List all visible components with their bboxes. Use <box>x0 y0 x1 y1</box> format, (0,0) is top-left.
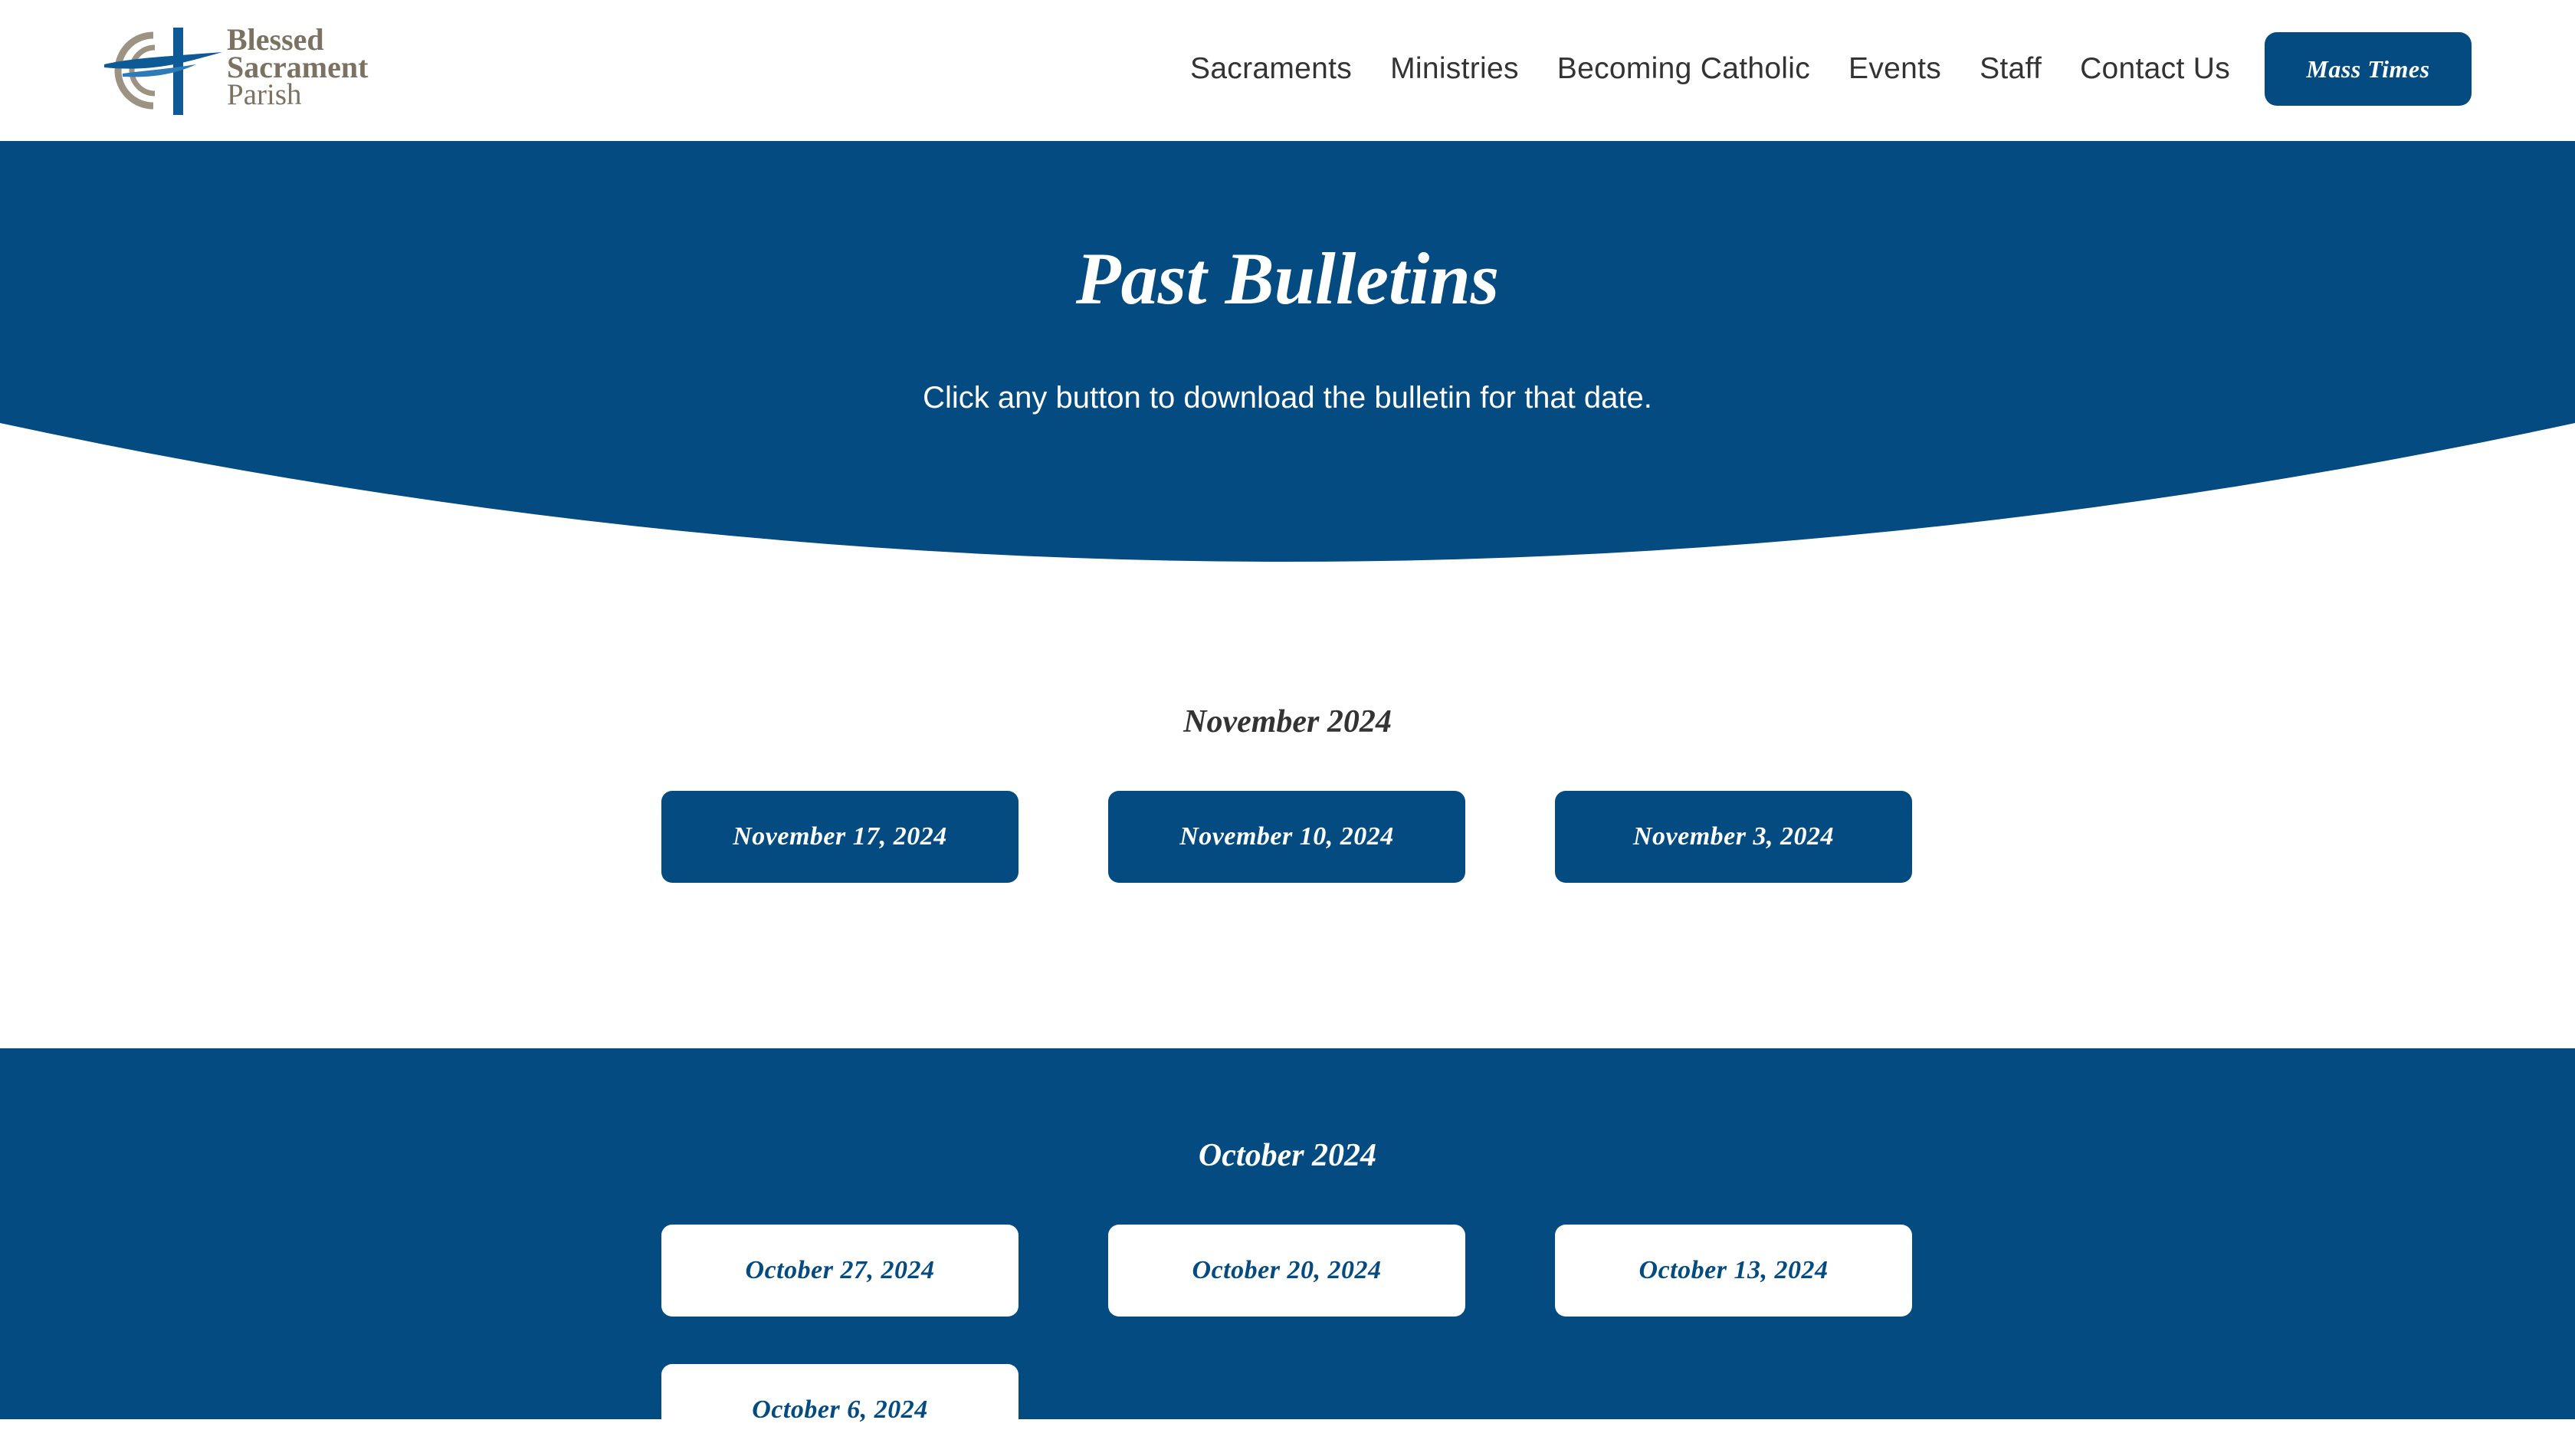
hero-banner: Past Bulletins Click any button to downl… <box>0 141 2575 578</box>
nav-item-becoming-catholic[interactable]: Becoming Catholic <box>1557 49 1810 89</box>
nav-item-events[interactable]: Events <box>1848 49 1941 89</box>
bulletin-download-button[interactable]: November 3, 2024 <box>1555 791 1912 883</box>
mass-times-button[interactable]: Mass Times <box>2265 32 2472 106</box>
main-nav: Sacraments Ministries Becoming Catholic … <box>1190 49 2230 89</box>
bulletin-download-button[interactable]: October 13, 2024 <box>1555 1225 1912 1317</box>
hero-curved-background <box>0 141 2575 562</box>
site-logo[interactable]: Blessed Sacrament Parish <box>100 23 391 118</box>
logo-line-sacrament: Sacrament <box>227 50 369 84</box>
month-heading: November 2024 <box>1183 704 1392 739</box>
nav-item-staff[interactable]: Staff <box>1980 49 2042 89</box>
bulletin-download-button[interactable]: October 6, 2024 <box>661 1364 1019 1456</box>
page-subtitle: Click any button to download the bulleti… <box>923 381 1652 415</box>
logo-wordmark: Blessed Sacrament Parish <box>227 25 369 111</box>
bulletin-download-button[interactable]: October 20, 2024 <box>1108 1225 1465 1317</box>
nav-item-sacraments[interactable]: Sacraments <box>1190 49 1352 89</box>
page-title: Past Bulletins <box>1075 238 1500 320</box>
nav-item-ministries[interactable]: Ministries <box>1390 49 1519 89</box>
month-section-november: November 2024 November 17, 2024 November… <box>0 578 2575 1048</box>
month-section-october: October 2024 October 27, 2024 October 20… <box>0 1048 2575 1456</box>
cross-waves-logo-icon <box>104 28 222 115</box>
bulletin-button-grid: November 17, 2024 November 10, 2024 Nove… <box>661 791 1914 883</box>
bulletin-download-button[interactable]: November 17, 2024 <box>661 791 1019 883</box>
month-heading: October 2024 <box>1198 1138 1377 1173</box>
bulletin-download-button[interactable]: October 27, 2024 <box>661 1225 1019 1317</box>
nav-item-contact-us[interactable]: Contact Us <box>2080 49 2230 89</box>
bulletin-download-button[interactable]: November 10, 2024 <box>1108 791 1465 883</box>
logo-line-parish: Parish <box>227 78 302 111</box>
bulletin-button-grid: October 27, 2024 October 20, 2024 Octobe… <box>661 1225 1914 1456</box>
site-header: Blessed Sacrament Parish Sacraments Mini… <box>0 0 2575 141</box>
